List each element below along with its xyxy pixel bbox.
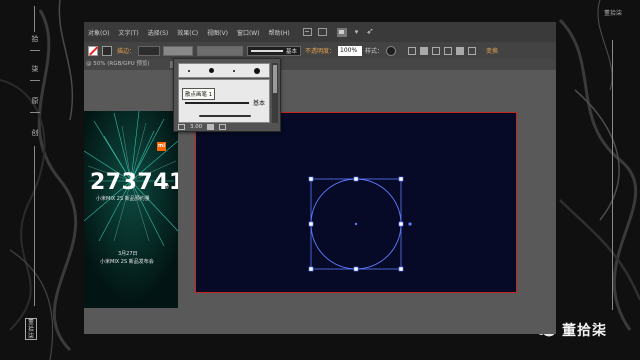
poster-image: mi 273741 份 小米MIX 2S 新品预约量 3月27日 小米MIX 2…: [84, 111, 178, 308]
illustrator-window: 对象(O) 文字(T) 选择(S) 效果(C) 视图(V) 窗口(W) 帮助(H…: [84, 22, 556, 334]
document-tab[interactable]: @ 50% (RGB/GPU 预览): [84, 59, 170, 70]
poster-subtitle: 小米MIX 2S 新品预约量: [96, 196, 150, 202]
menu-select[interactable]: 选择(S): [148, 28, 169, 37]
menu-object[interactable]: 对象(O): [88, 28, 109, 37]
right-vertical-label: 董拾柒: [598, 0, 628, 360]
left-char-2: 柒: [31, 65, 39, 73]
left-vertical-label: 拾 柒 原 创: [20, 0, 50, 360]
document-tab-bar: @ 50% (RGB/GPU 预览): [84, 59, 556, 70]
brush-library-icon[interactable]: [178, 124, 185, 130]
brush-tooltip: 散点画笔 1: [182, 88, 216, 100]
panel-footer: 3.00: [178, 124, 227, 130]
basic-brush-line[interactable]: [185, 102, 249, 104]
brush-preview-label: 基本: [286, 48, 298, 55]
delete-brush-icon[interactable]: [219, 124, 227, 130]
left-char-4: 创: [31, 129, 39, 137]
menu-type[interactable]: 文字(T): [118, 28, 138, 37]
seal-stamp: 董拾柒: [25, 318, 37, 340]
right-vertical-text: 董拾柒: [604, 10, 623, 17]
left-char-3: 原: [31, 97, 39, 105]
menu-bar: 对象(O) 文字(T) 选择(S) 效果(C) 视图(V) 窗口(W) 帮助(H…: [84, 22, 556, 42]
brush-dot-presets[interactable]: [178, 63, 270, 78]
wechat-account-name: 董拾柒: [562, 323, 607, 339]
send-icon[interactable]: ➶: [366, 27, 374, 37]
poster-event: 小米MIX 2S 新品发布会: [100, 259, 154, 265]
align-right-icon[interactable]: [432, 46, 441, 55]
graphic-style-picker[interactable]: [386, 45, 397, 56]
chevron-down-icon[interactable]: ▾: [355, 28, 359, 36]
artboard[interactable]: [195, 112, 517, 293]
brush-dot-medium[interactable]: [209, 68, 215, 73]
menu-effect[interactable]: 效果(C): [177, 28, 198, 37]
align-middle-icon[interactable]: [456, 46, 465, 55]
selected-circle[interactable]: [196, 113, 516, 292]
menu-window[interactable]: 窗口(W): [237, 28, 260, 37]
brush-dot-large[interactable]: [253, 67, 260, 74]
control-bar: 描边： 基本 不透明度： 100% 样式： 变换: [84, 42, 556, 59]
align-bottom-icon[interactable]: [468, 46, 477, 55]
align-center-icon[interactable]: [420, 46, 429, 55]
brush-panel[interactable]: 散点画笔 1 基本 3.00: [173, 58, 281, 132]
menu-help[interactable]: 帮助(H): [269, 28, 290, 37]
stroke-label[interactable]: 描边：: [117, 46, 135, 55]
panel-footer-value: 3.00: [190, 124, 203, 130]
no-fill-icon[interactable]: [88, 45, 98, 56]
bridge-icon[interactable]: [302, 28, 312, 36]
basic-brush-label: 基本: [253, 100, 266, 107]
align-icons: [408, 46, 477, 55]
brush-definition-field[interactable]: [197, 45, 244, 56]
brush-dot-small[interactable]: [188, 69, 191, 72]
brush-dot-tiny[interactable]: [232, 69, 235, 72]
poster-count-unit: 份: [164, 184, 170, 190]
variable-width-field[interactable]: [163, 45, 194, 56]
new-brush-icon[interactable]: [207, 124, 215, 130]
poster-date: 3月27日: [118, 251, 138, 257]
align-left-icon[interactable]: [408, 46, 417, 55]
left-char-1: 拾: [31, 35, 39, 43]
arrange-documents-icon[interactable]: [336, 27, 347, 37]
stroke-weight-input[interactable]: [138, 45, 161, 56]
brush-preview-dropdown[interactable]: 基本: [247, 45, 302, 56]
transform-label[interactable]: 变换: [486, 46, 498, 55]
style-label: 样式：: [365, 48, 384, 55]
stroke-color-swatch[interactable]: [102, 45, 112, 56]
panel-scroll-thumb[interactable]: [273, 65, 277, 93]
opacity-label[interactable]: 不透明度：: [305, 46, 335, 55]
calligraphic-brush-line[interactable]: [199, 115, 251, 117]
brush-line-presets[interactable]: 散点画笔 1 基本: [178, 79, 270, 123]
firework-burst: [84, 111, 178, 308]
align-top-icon[interactable]: [444, 46, 453, 55]
stock-icon[interactable]: [317, 28, 327, 36]
brand-logo: mi: [157, 142, 166, 151]
opacity-input[interactable]: 100%: [338, 45, 363, 56]
menu-view[interactable]: 视图(V): [207, 28, 228, 37]
